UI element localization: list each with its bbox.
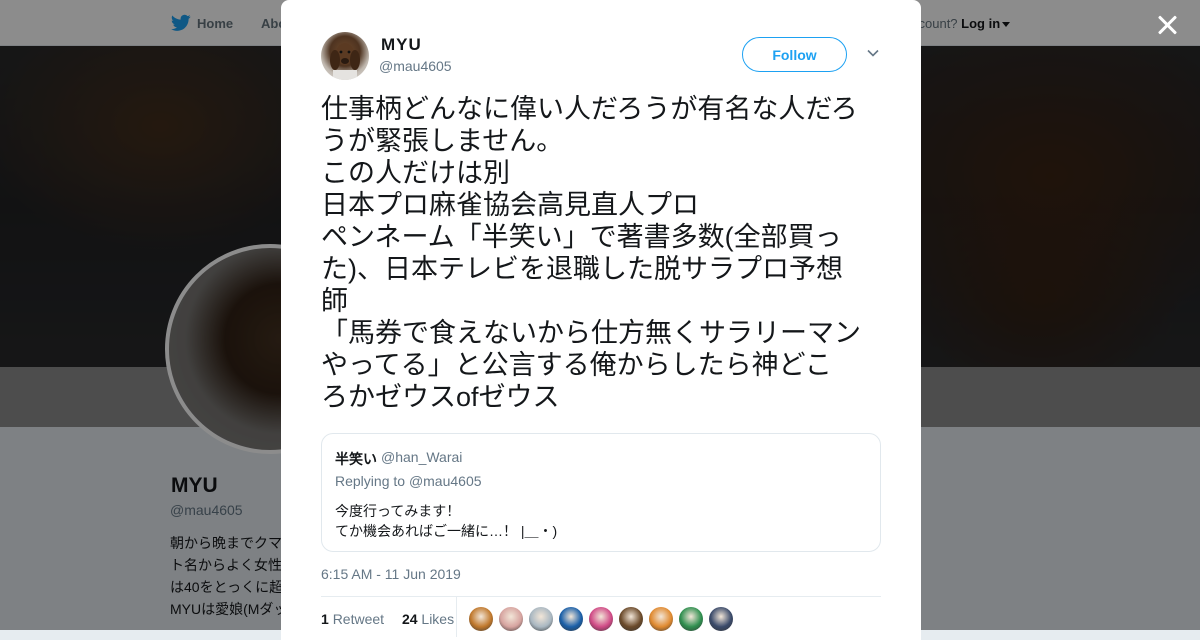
tweet-line: この人だけは別 [321,158,510,188]
liker-avatar-9[interactable] [709,607,733,631]
retweet-count[interactable]: 1 [321,611,329,627]
quoted-body-line: てか機会あればご一緒に…！ |＿・) [335,523,558,539]
close-icon[interactable] [1152,10,1182,40]
author-name[interactable]: MYU [381,35,422,55]
quoted-author-handle: @han_Warai [381,449,463,465]
profile-name[interactable]: MYU [171,474,218,498]
liker-avatar-8[interactable] [679,607,703,631]
replying-to: Replying to @mau4605 [335,473,482,489]
bio-line: 朝から晩までクマ [170,535,282,551]
bio-line: は40をとっくに超 [170,579,284,595]
quoted-body-line: 今度行ってみます！ [335,503,461,519]
profile-bio: 朝から晩までクマ ト名からよく女性 は40をとっくに超 MYUは愛娘(Mダッ [170,532,285,620]
stats-divider [321,596,881,597]
tweet-line: た)、日本テレビを退職した脱サラプロ予想 [321,254,843,284]
bio-line: MYUは愛娘(Mダッ [170,601,285,617]
nav-home-link[interactable]: Home [171,14,233,32]
author-handle[interactable]: @mau4605 [379,58,452,74]
chevron-down-icon [1002,22,1011,28]
login-link[interactable]: Log in [961,16,1000,31]
tweet-line: 日本プロ麻雀協会高見直人プロ [321,190,699,220]
replying-to-mention[interactable]: @mau4605 [409,473,482,489]
author-avatar[interactable] [321,32,369,80]
tweet-line: やってる」と公言する俺からしたら神どこ [321,350,832,380]
liker-avatar-1[interactable] [469,607,493,631]
tweet-timestamp[interactable]: 6:15 AM - 11 Jun 2019 [321,566,461,582]
tweet-line: 師 [321,286,348,316]
liker-avatars [469,607,733,631]
liker-avatar-5[interactable] [589,607,613,631]
retweet-label[interactable]: Retweet [333,611,384,627]
like-label[interactable]: Likes [421,611,454,627]
liker-avatar-7[interactable] [649,607,673,631]
tweet-modal: MYU @mau4605 Follow 仕事柄どんなに偉い人だろうが有名な人だろ… [281,0,921,640]
dog-photo-icon [330,43,360,80]
tweet-stats: 1 Retweet 24 Likes [321,611,454,627]
nav-home-label: Home [197,15,234,31]
tweet-line: 「馬券で食えないから仕方無くサラリーマン [321,318,861,348]
liker-avatar-6[interactable] [619,607,643,631]
bio-line: ト名からよく女性 [170,557,282,573]
twitter-bird-icon [171,14,191,31]
liker-avatar-4[interactable] [559,607,583,631]
quoted-tweet[interactable]: 半笑い @han_Warai Replying to @mau4605 今度行っ… [321,433,881,552]
login-prompt: ccount? Log in [912,16,1011,31]
quoted-body: 今度行ってみます！ てか機会あればご一緒に…！ |＿・) [335,501,557,541]
follow-button[interactable]: Follow [742,37,847,72]
liker-avatar-2[interactable] [499,607,523,631]
quoted-author-name: 半笑い [335,451,377,467]
liker-avatar-3[interactable] [529,607,553,631]
tweet-line: ペンネーム「半笑い」で著書多数(全部買っ [321,222,842,252]
tweet-line: 仕事柄どんなに偉い人だろうが有名な人だろ [321,94,858,124]
stats-separator [456,597,457,637]
profile-handle[interactable]: @mau4605 [170,502,243,518]
tweet-line: ろかゼウスofゼウス [321,382,560,412]
tweet-text: 仕事柄どんなに偉い人だろうが有名な人だろ うが緊張しません。 この人だけは別 日… [321,93,886,413]
replying-to-prefix: Replying to [335,473,406,489]
chevron-down-icon[interactable] [866,46,880,60]
like-count[interactable]: 24 [402,611,418,627]
tweet-line: うが緊張しません。 [321,126,564,156]
